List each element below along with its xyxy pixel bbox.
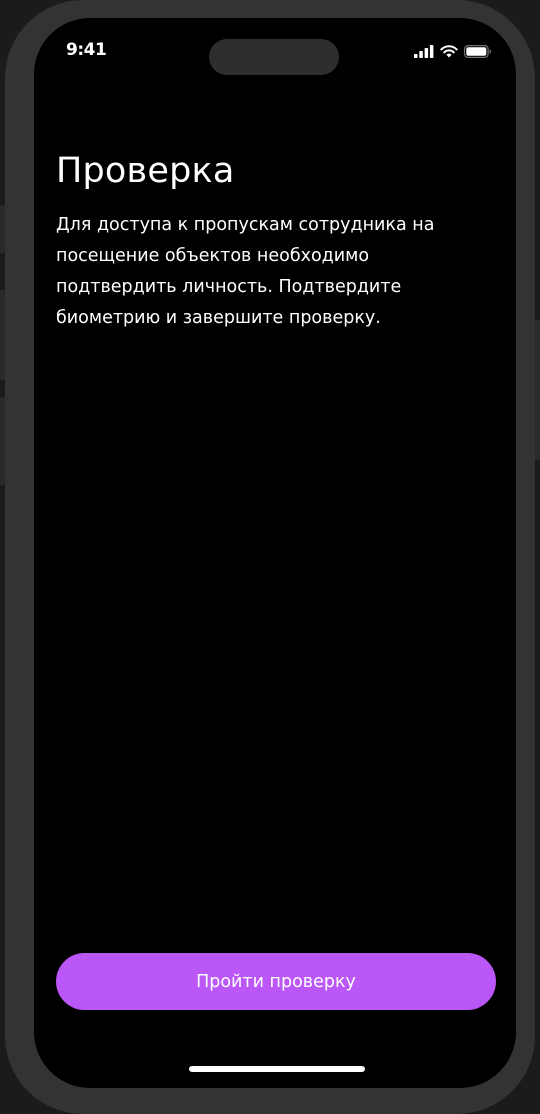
start-verification-button[interactable]: Пройти проверку (56, 953, 496, 1010)
phone-frame: 9:41 Проверка Для доступа к пропускам со… (0, 0, 540, 1114)
dynamic-island (209, 39, 339, 75)
screen: 9:41 Проверка Для доступа к пропускам со… (34, 18, 516, 1088)
side-button-volume-up (0, 290, 5, 380)
status-icons (414, 43, 492, 62)
cellular-signal-icon (414, 43, 434, 62)
battery-icon (464, 43, 492, 62)
description-text: Для доступа к пропускам сотрудника на по… (56, 215, 435, 328)
status-time: 9:41 (66, 40, 107, 60)
wifi-icon (440, 43, 458, 62)
side-button-volume-down (0, 397, 5, 485)
page-title: Проверка (56, 151, 235, 191)
side-button-power (535, 320, 540, 460)
home-indicator[interactable] (189, 1066, 365, 1072)
side-button-silent (0, 205, 5, 253)
